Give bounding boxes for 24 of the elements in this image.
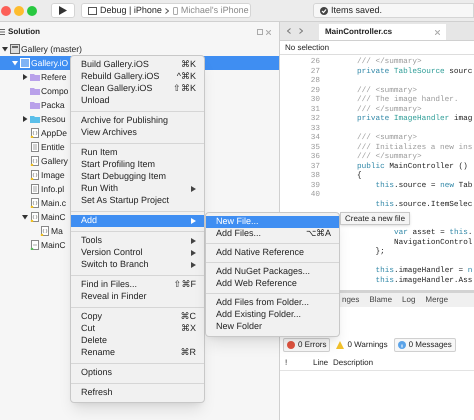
scheme-label: Debug | iPhone — [100, 4, 162, 17]
tree-item-label: Gallery — [41, 154, 68, 168]
column-header: ! — [285, 358, 288, 366]
tree-item-label: Gallery.iO — [31, 56, 68, 70]
tooltip: Create a new file — [340, 212, 410, 225]
tree-item-label: Image — [41, 168, 65, 182]
tree-item-label: Packa — [41, 98, 65, 112]
tree-item-label: AppDe — [41, 126, 67, 140]
tree-item-label: Compo — [41, 84, 68, 98]
tree-item-label: Ma — [51, 224, 63, 238]
column-header: Line — [313, 358, 328, 366]
device-label: Michael's iPhone — [180, 4, 249, 17]
tree-item-label: Gallery (master) — [21, 42, 82, 56]
tree-item-label: Info.pl — [41, 182, 64, 196]
tree-item-label: Entitle — [41, 140, 65, 154]
tree-item-label: Refere — [41, 70, 67, 84]
pane-title: Solution — [8, 26, 40, 38]
breadcrumb-bar: No selection — [280, 41, 474, 55]
status-message: Items saved. — [331, 4, 382, 17]
tree-item-label: MainC — [41, 238, 66, 252]
column-header: Description — [333, 358, 374, 366]
tree-item-label: Resou — [41, 112, 66, 126]
tree-item-label: MainC — [41, 210, 66, 224]
tree-item-label: Main.c — [41, 196, 66, 210]
